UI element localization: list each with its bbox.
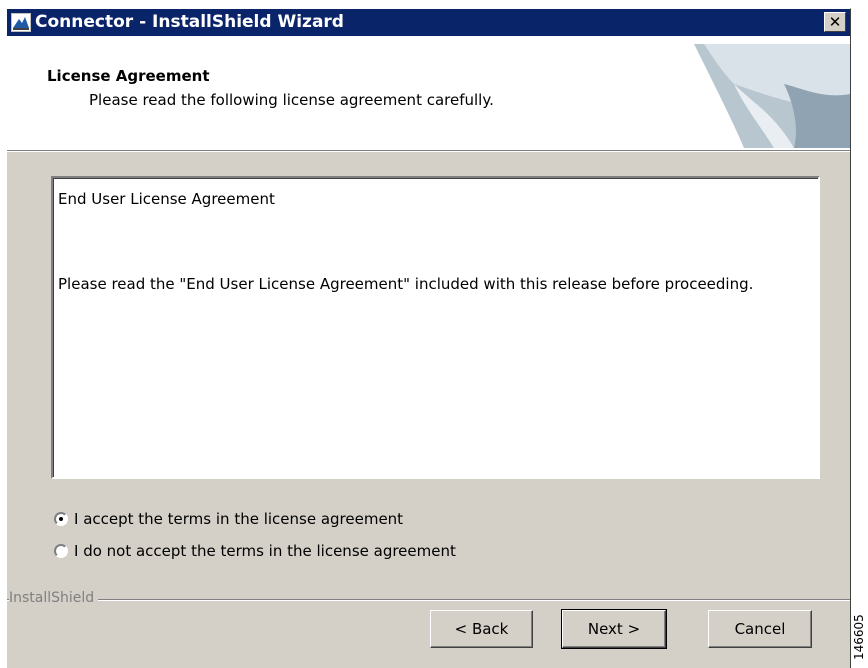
decline-terms-label[interactable]: I do not accept the terms in the license… xyxy=(74,542,456,560)
installer-app-icon xyxy=(11,13,31,32)
installshield-divider: InstallShield xyxy=(7,590,850,606)
installshield-wizard-window: Connector - InstallShield Wizard ✕ Licen… xyxy=(6,8,851,668)
page-title: License Agreement xyxy=(47,67,210,85)
title-bar[interactable]: Connector - InstallShield Wizard ✕ xyxy=(7,9,850,36)
wizard-header: License Agreement Please read the follow… xyxy=(7,36,850,151)
header-divider xyxy=(7,151,850,152)
radio-unselected-icon[interactable] xyxy=(54,544,68,558)
page-curl-graphic xyxy=(694,44,850,148)
divider-rule xyxy=(7,599,850,601)
cancel-button[interactable]: Cancel xyxy=(708,610,812,648)
back-button[interactable]: < Back xyxy=(430,610,533,648)
license-text-box[interactable]: End User License Agreement Please read t… xyxy=(51,176,820,479)
license-body: Please read the "End User License Agreem… xyxy=(58,275,754,293)
figure-id-text: 146605 xyxy=(852,614,866,660)
close-icon[interactable]: ✕ xyxy=(824,12,846,32)
license-heading: End User License Agreement xyxy=(58,190,275,208)
installshield-brand: InstallShield xyxy=(9,590,99,606)
figure-id-mark: 146605 xyxy=(851,608,868,666)
accept-terms-label[interactable]: I accept the terms in the license agreem… xyxy=(74,510,403,528)
next-button[interactable]: Next > xyxy=(561,609,667,649)
page-subtitle: Please read the following license agreem… xyxy=(89,91,494,109)
radio-selected-icon[interactable] xyxy=(54,512,68,526)
window-title: Connector - InstallShield Wizard xyxy=(35,12,344,32)
